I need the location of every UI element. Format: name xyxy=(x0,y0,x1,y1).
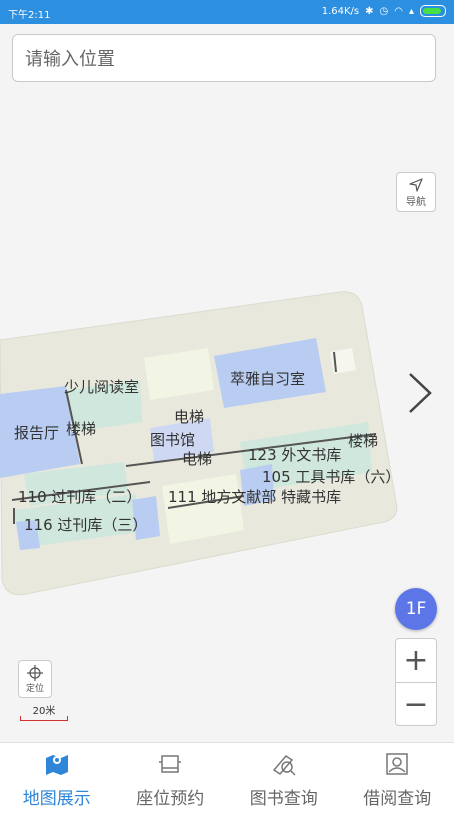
tab-book-search[interactable]: 图书查询 xyxy=(227,743,341,815)
tab-label-seat: 座位预约 xyxy=(136,784,204,809)
status-time: 下午2:11 xyxy=(8,6,50,21)
wifi-icon: ◠ xyxy=(394,6,403,17)
floor-plan[interactable]: 少儿阅读室 萃雅自习室 报告厅 楼梯 电梯 图书馆 电梯 123 外文书库 楼梯… xyxy=(0,90,454,742)
label-periodicals-3: 116 过刊库（三） xyxy=(24,516,147,534)
label-local-docs: 111 地方文献部 特藏书库 xyxy=(168,488,341,506)
bluetooth-icon: ✱ xyxy=(365,6,373,17)
zoom-controls: + − xyxy=(395,638,437,726)
map-view[interactable]: 少儿阅读室 萃雅自习室 报告厅 楼梯 电梯 图书馆 电梯 123 外文书库 楼梯… xyxy=(0,90,454,742)
zoom-in-button[interactable]: + xyxy=(396,639,436,683)
label-stairs-left: 楼梯 xyxy=(66,420,96,438)
network-speed: 1.64K/s xyxy=(322,6,359,17)
label-children-reading: 少儿阅读室 xyxy=(64,378,139,396)
label-stairs-right: 楼梯 xyxy=(348,432,378,450)
tab-label-borrow-search: 借阅查询 xyxy=(363,784,431,809)
status-bar: 下午2:11 1.64K/s ✱ ◷ ◠ ▴ xyxy=(0,0,454,24)
locate-label: 定位 xyxy=(26,681,44,694)
navigate-label: 导航 xyxy=(406,193,426,208)
battery-icon xyxy=(420,5,446,17)
tab-map[interactable]: 地图展示 xyxy=(0,743,114,815)
label-elevator-2: 电梯 xyxy=(182,450,212,468)
status-icons: 1.64K/s ✱ ◷ ◠ ▴ xyxy=(322,5,446,17)
label-elevator-1: 电梯 xyxy=(174,408,204,426)
alarm-icon: ◷ xyxy=(380,6,389,17)
search-input[interactable]: 请输入位置 xyxy=(12,34,436,82)
label-tool-books: 105 工具书库（六） xyxy=(262,468,400,486)
label-study-room: 萃雅自习室 xyxy=(230,370,305,388)
scale-label: 20米 xyxy=(18,702,70,717)
locate-button[interactable]: 定位 xyxy=(18,660,52,698)
tab-label-book-search: 图书查询 xyxy=(250,784,318,809)
label-foreign-books: 123 外文书库 xyxy=(248,446,341,464)
borrow-search-icon xyxy=(383,750,411,778)
tab-seat-booking[interactable]: 座位预约 xyxy=(114,743,228,815)
navigation-arrow-icon xyxy=(408,177,424,193)
label-periodicals-2: 110 过刊库（二） xyxy=(18,488,141,506)
signal-icon: ▴ xyxy=(409,6,414,17)
label-lecture-hall: 报告厅 xyxy=(14,424,59,442)
tab-label-map: 地图展示 xyxy=(23,784,91,809)
scale-line xyxy=(20,716,68,721)
label-library: 图书馆 xyxy=(150,431,195,449)
bottom-navigation: 地图展示 座位预约 图书查询 借阅查询 xyxy=(0,742,454,815)
tab-borrow-search[interactable]: 借阅查询 xyxy=(341,743,454,815)
zoom-out-button[interactable]: − xyxy=(396,683,436,726)
floor-selector-button[interactable]: 1F xyxy=(395,588,437,630)
seat-icon xyxy=(156,750,184,778)
navigate-button[interactable]: 导航 xyxy=(396,172,436,212)
search-placeholder: 请输入位置 xyxy=(25,45,115,71)
crosshair-icon xyxy=(27,665,43,681)
map-icon xyxy=(43,750,71,778)
chevron-right-icon[interactable] xyxy=(402,370,438,416)
book-search-icon xyxy=(270,750,298,778)
map-scale: 20米 xyxy=(18,702,70,722)
